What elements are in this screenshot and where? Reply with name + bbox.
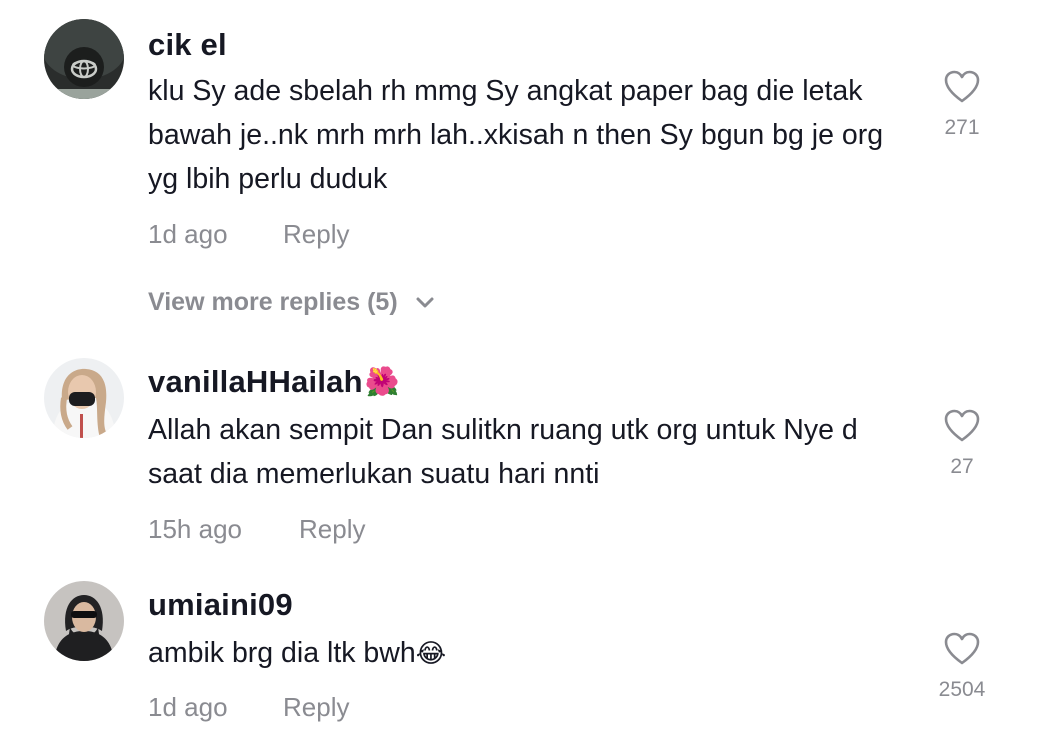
like-count: 271 [944, 116, 980, 139]
chevron-down-icon[interactable] [415, 296, 435, 310]
like-button[interactable]: 2504 [922, 632, 1002, 702]
laughing-emoji: 😂 [415, 638, 447, 668]
username-text[interactable]: vanillaHHailah [148, 364, 363, 399]
comment-text-body: ambik brg dia ltk bwh [148, 637, 416, 669]
comment-text-body: klu Sy ade sbelah rh mmg Sy angkat paper… [148, 75, 884, 195]
comment-text: ambik brg dia ltk bwh😂 [148, 631, 918, 675]
comment-text-body: Allah akan sempit Dan sulitkn ruang utk … [148, 414, 858, 490]
hibiscus-emoji: 🌺 [364, 366, 400, 397]
view-more-replies-button[interactable]: View more replies (5) [148, 288, 435, 317]
comment-text: klu Sy ade sbelah rh mmg Sy angkat paper… [148, 69, 918, 201]
heart-icon[interactable] [944, 409, 980, 443]
heart-icon[interactable] [944, 632, 980, 666]
comment-timestamp: 1d ago [148, 692, 228, 722]
steering-wheel-avatar[interactable] [44, 19, 124, 99]
comment-username[interactable]: umiaini09 [148, 587, 293, 623]
comment-username[interactable]: cik el [148, 27, 227, 63]
comment-meta: 1d ago Reply [148, 692, 349, 723]
comment-username[interactable]: vanillaHHailah🌺 [148, 364, 400, 400]
username-text[interactable]: umiaini09 [148, 587, 293, 622]
like-button[interactable]: 271 [922, 70, 1002, 140]
like-count: 27 [950, 455, 974, 478]
comment-meta: 15h ago Reply [148, 514, 365, 545]
comment-text: Allah akan sempit Dan sulitkn ruang utk … [148, 408, 918, 496]
reply-button[interactable]: Reply [283, 219, 349, 250]
comment-meta: 1d ago Reply [148, 219, 349, 250]
reply-button[interactable]: Reply [299, 514, 365, 545]
reply-button[interactable]: Reply [283, 692, 349, 723]
view-more-label[interactable]: View more replies (5) [148, 288, 398, 316]
comment-timestamp: 15h ago [148, 514, 242, 544]
person-sunglasses-avatar[interactable] [44, 581, 124, 661]
heart-icon[interactable] [944, 70, 980, 104]
like-count: 2504 [938, 678, 986, 701]
like-button[interactable]: 27 [922, 409, 1002, 479]
comment-timestamp: 1d ago [148, 219, 228, 249]
masked-person-avatar[interactable] [44, 358, 124, 438]
username-text[interactable]: cik el [148, 27, 227, 62]
